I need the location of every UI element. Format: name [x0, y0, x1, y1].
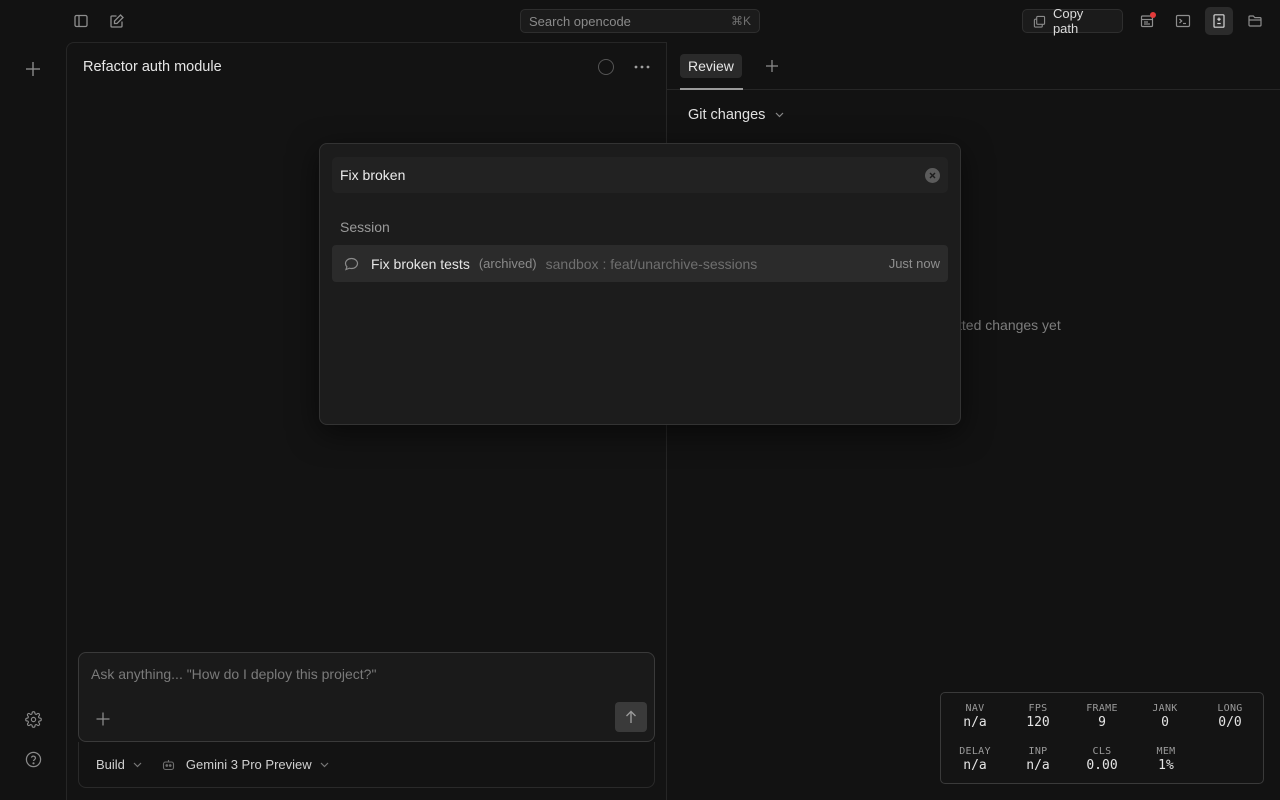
add-project-button[interactable] — [19, 55, 47, 83]
session-search-input[interactable]: Fix broken — [332, 157, 948, 193]
prompt-input[interactable]: Ask anything... "How do I deploy this pr… — [91, 666, 376, 682]
terminal-icon — [1175, 14, 1191, 28]
model-icon — [162, 759, 174, 770]
session-result-branch: sandbox : feat/unarchive-sessions — [545, 255, 758, 272]
top-bar: Search opencode ⌘K Copy path — [0, 0, 1280, 42]
perf-cls: CLS 0.00 — [1086, 746, 1118, 773]
files-button[interactable] — [1241, 7, 1269, 35]
chevron-down-icon — [133, 762, 142, 767]
sidebar-icon — [74, 14, 88, 28]
help-icon — [25, 751, 41, 767]
session-search-dialog: Fix broken Session Fix broken tests (arc… — [319, 143, 961, 425]
perf-monitor: NAV n/a FPS 120 FRAME 9 JANK 0 LONG 0/0 … — [940, 692, 1264, 784]
perf-nav: NAV n/a — [963, 703, 987, 730]
perf-frame: FRAME 9 — [1086, 703, 1118, 730]
perf-jank: JANK 0 — [1152, 703, 1178, 730]
plus-icon — [766, 60, 778, 72]
perf-inp: INP n/a — [1026, 746, 1050, 773]
help-button[interactable] — [19, 745, 47, 773]
notification-dot — [1150, 12, 1156, 18]
session-result-title: Fix broken tests — [371, 255, 470, 272]
more-horizontal-icon — [634, 65, 650, 69]
arrow-up-icon — [626, 710, 636, 723]
perf-long: LONG 0/0 — [1217, 703, 1243, 730]
send-button[interactable] — [615, 702, 647, 732]
settings-button[interactable] — [19, 705, 47, 733]
active-tab-indicator — [680, 88, 743, 90]
chevron-down-icon — [320, 762, 329, 767]
session-result-status: (archived) — [478, 256, 537, 271]
model-selector[interactable]: Gemini 3 Pro Preview — [162, 757, 329, 772]
chevron-down-icon — [775, 112, 784, 118]
model-label: Gemini 3 Pro Preview — [185, 757, 312, 772]
session-result-item[interactable]: Fix broken tests (archived) sandbox : fe… — [332, 245, 948, 282]
copy-icon — [1033, 15, 1046, 28]
git-changes-label: Git changes — [688, 107, 766, 123]
new-session-button[interactable] — [103, 7, 131, 35]
left-rail — [0, 42, 66, 800]
attach-button[interactable] — [91, 707, 115, 731]
search-query[interactable]: Fix broken — [340, 167, 405, 183]
review-tab-bar: Review — [667, 42, 1280, 90]
perf-fps: FPS 120 — [1026, 703, 1050, 730]
copy-path-label: Copy path — [1052, 6, 1084, 36]
chat-bubble-icon — [344, 257, 359, 271]
gear-icon — [24, 710, 42, 728]
empty-state-label: tted changes yet — [958, 317, 1061, 333]
composer-toolbar: Build Gemini 3 Pro Preview — [78, 742, 655, 788]
plus-icon — [96, 712, 110, 726]
edit-icon — [110, 14, 124, 28]
search-placeholder: Search opencode — [529, 13, 631, 29]
folder-icon — [1248, 15, 1262, 27]
prompt-composer[interactable]: Ask anything... "How do I deploy this pr… — [78, 652, 655, 742]
add-tab-button[interactable] — [760, 54, 784, 78]
close-icon — [929, 172, 936, 178]
result-group-label: Session — [340, 219, 390, 235]
copy-path-button[interactable]: Copy path — [1022, 6, 1123, 36]
terminal-button[interactable] — [1169, 7, 1197, 35]
review-panel-icon — [1213, 14, 1225, 28]
review-panel-button[interactable] — [1205, 7, 1233, 35]
plus-icon — [26, 62, 40, 76]
search-shortcut: ⌘K — [730, 14, 751, 28]
session-result-time: Just now — [888, 256, 940, 271]
tab-review[interactable]: Review — [680, 54, 742, 78]
perf-delay: DELAY n/a — [959, 746, 991, 773]
clear-search-button[interactable] — [925, 167, 940, 183]
toggle-sidebar-button[interactable] — [67, 7, 95, 35]
git-changes-dropdown[interactable]: Git changes — [688, 107, 784, 123]
search-bar[interactable]: Search opencode ⌘K — [520, 9, 760, 33]
status-button[interactable] — [1133, 7, 1161, 35]
mode-label: Build — [96, 757, 125, 772]
session-status-icon — [598, 59, 614, 75]
session-more-button[interactable] — [629, 55, 655, 79]
session-title: Refactor auth module — [83, 59, 222, 75]
perf-mem: MEM 1% — [1156, 746, 1176, 773]
mode-selector[interactable]: Build — [96, 757, 142, 772]
